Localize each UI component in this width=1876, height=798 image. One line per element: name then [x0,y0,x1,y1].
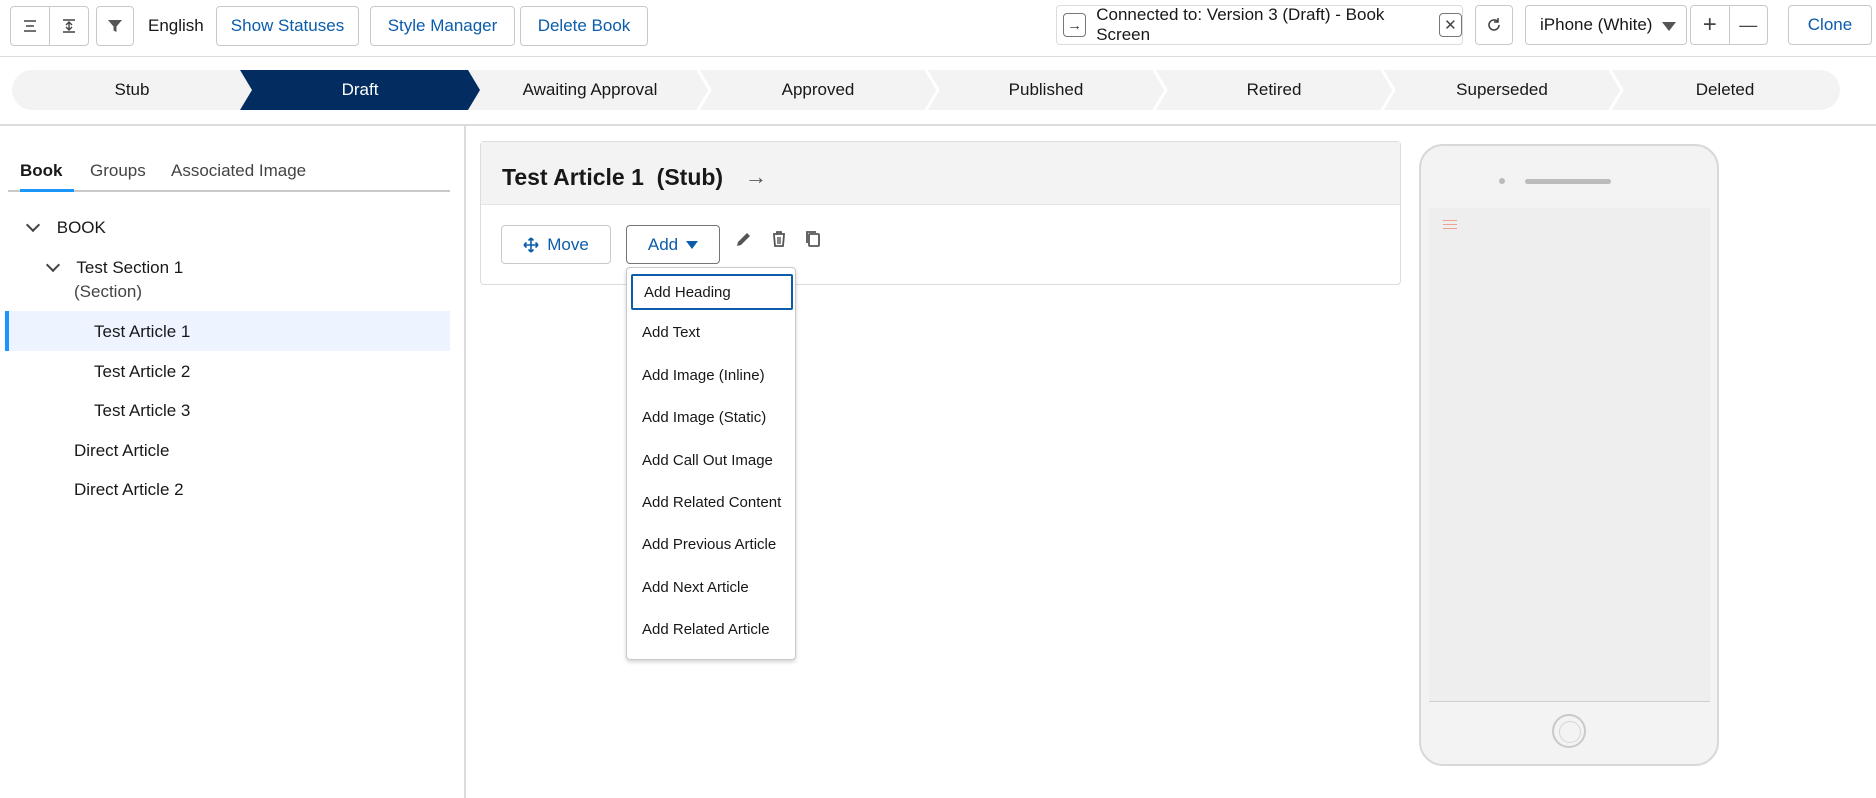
tree-root[interactable]: BOOK [25,217,106,238]
add-label: Add [647,234,679,254]
menu-item-add-related-article[interactable]: Add Related Article [631,611,793,647]
chevron-down-icon [686,240,699,249]
left-tabs: Book Groups Associated Image [8,156,450,192]
edit-icon[interactable] [734,229,756,251]
tree-direct-article[interactable]: Direct Article [74,441,169,461]
card-title: Test Article 1 (Stub) [502,164,723,191]
chevron-down-icon [1662,22,1676,31]
clone-button[interactable]: Clone [1788,5,1872,45]
path-separators [696,70,1624,110]
copy-icon[interactable] [803,229,825,251]
show-statuses-button[interactable]: Show Statuses [216,6,359,46]
chevron-down-icon [45,257,61,273]
tree-section[interactable]: Test Section 1 [45,257,184,278]
connect-arrow-icon[interactable]: → [1063,13,1087,37]
tree-article-1[interactable]: Test Article 1 [94,322,190,342]
move-icon [523,236,539,253]
delete-book-button[interactable]: Delete Book [520,6,648,46]
menu-item-add-image-static[interactable]: Add Image (Static) [631,399,793,435]
trash-icon[interactable] [769,229,791,251]
phone-home-button [1552,714,1586,748]
chevron-down-icon [25,217,41,233]
tree-article-3[interactable]: Test Article 3 [94,401,190,421]
menu-item-add-heading[interactable]: Add Heading [631,274,793,310]
style-manager-button[interactable]: Style Manager [370,6,515,46]
tree-root-label: BOOK [56,218,106,237]
menu-item-add-image-inline[interactable]: Add Image (Inline) [631,357,793,393]
language-label: English [148,16,204,35]
menu-item-add-next-article[interactable]: Add Next Article [631,569,793,605]
phone-screen[interactable] [1429,208,1710,702]
tree-selected-highlight [5,311,450,351]
card-header: Test Article 1 (Stub) → [481,142,1400,205]
collapse-all-button[interactable] [11,7,50,45]
refresh-icon [1488,18,1500,31]
menu-item-add-call-out-image[interactable]: Add Call Out Image [631,442,793,478]
tree-section-type: (Section) [74,282,143,301]
phone-speaker [1525,179,1611,184]
zoom-out-button[interactable]: — [1730,6,1768,44]
connection-text: Connected to: Version 3 (Draft) - Book S… [1096,5,1385,44]
add-button[interactable]: Add [626,225,720,264]
status-path: Stub Draft Awaiting Approval Approved Pu… [12,70,1840,110]
navigate-arrow-icon[interactable]: → [745,164,767,190]
tab-groups[interactable]: Groups [90,156,146,192]
filter-icon [108,20,122,32]
tree-section-label: Test Section 1 [76,258,184,277]
phone-preview [1419,144,1719,766]
tab-book[interactable]: Book [20,156,74,192]
device-select-value: iPhone (White) [1540,15,1653,34]
phone-camera [1499,178,1505,184]
tree-direct-article-2[interactable]: Direct Article 2 [74,480,184,500]
disconnect-icon[interactable]: ✕ [1438,13,1462,37]
connection-status: → Connected to: Version 3 (Draft) - Book… [1056,5,1463,45]
top-toolbar: English Show Statuses Style Manager Dele… [0,0,1876,57]
article-status: (Stub) [656,164,724,190]
add-dropdown-menu: Add Heading Add Text Add Image (Inline) … [626,267,796,660]
refresh-button[interactable] [1475,5,1513,45]
filter-button[interactable] [96,6,134,46]
left-panel: Book Groups Associated Image BOOK Test S… [0,126,466,798]
tree-article-2[interactable]: Test Article 2 [94,362,190,382]
menu-item-add-text[interactable]: Add Text [631,314,793,350]
article-title: Test Article 1 [502,164,644,190]
device-select[interactable]: iPhone (White) [1525,5,1687,45]
move-button[interactable]: Move [501,225,611,264]
tree-toggle-group [10,6,89,46]
expand-icon [63,19,75,33]
menu-item-add-previous-article[interactable]: Add Previous Article [631,526,793,562]
zoom-controls: + — [1690,5,1768,45]
hamburger-icon[interactable] [1443,220,1457,230]
move-label: Move [547,234,589,254]
tab-associated-image[interactable]: Associated Image [171,156,306,192]
zoom-in-button[interactable]: + [1691,6,1730,44]
article-card: Test Article 1 (Stub) → [480,141,1401,285]
menu-item-add-related-content[interactable]: Add Related Content [631,484,793,520]
collapse-icon [24,20,36,32]
expand-all-button[interactable] [50,7,88,45]
